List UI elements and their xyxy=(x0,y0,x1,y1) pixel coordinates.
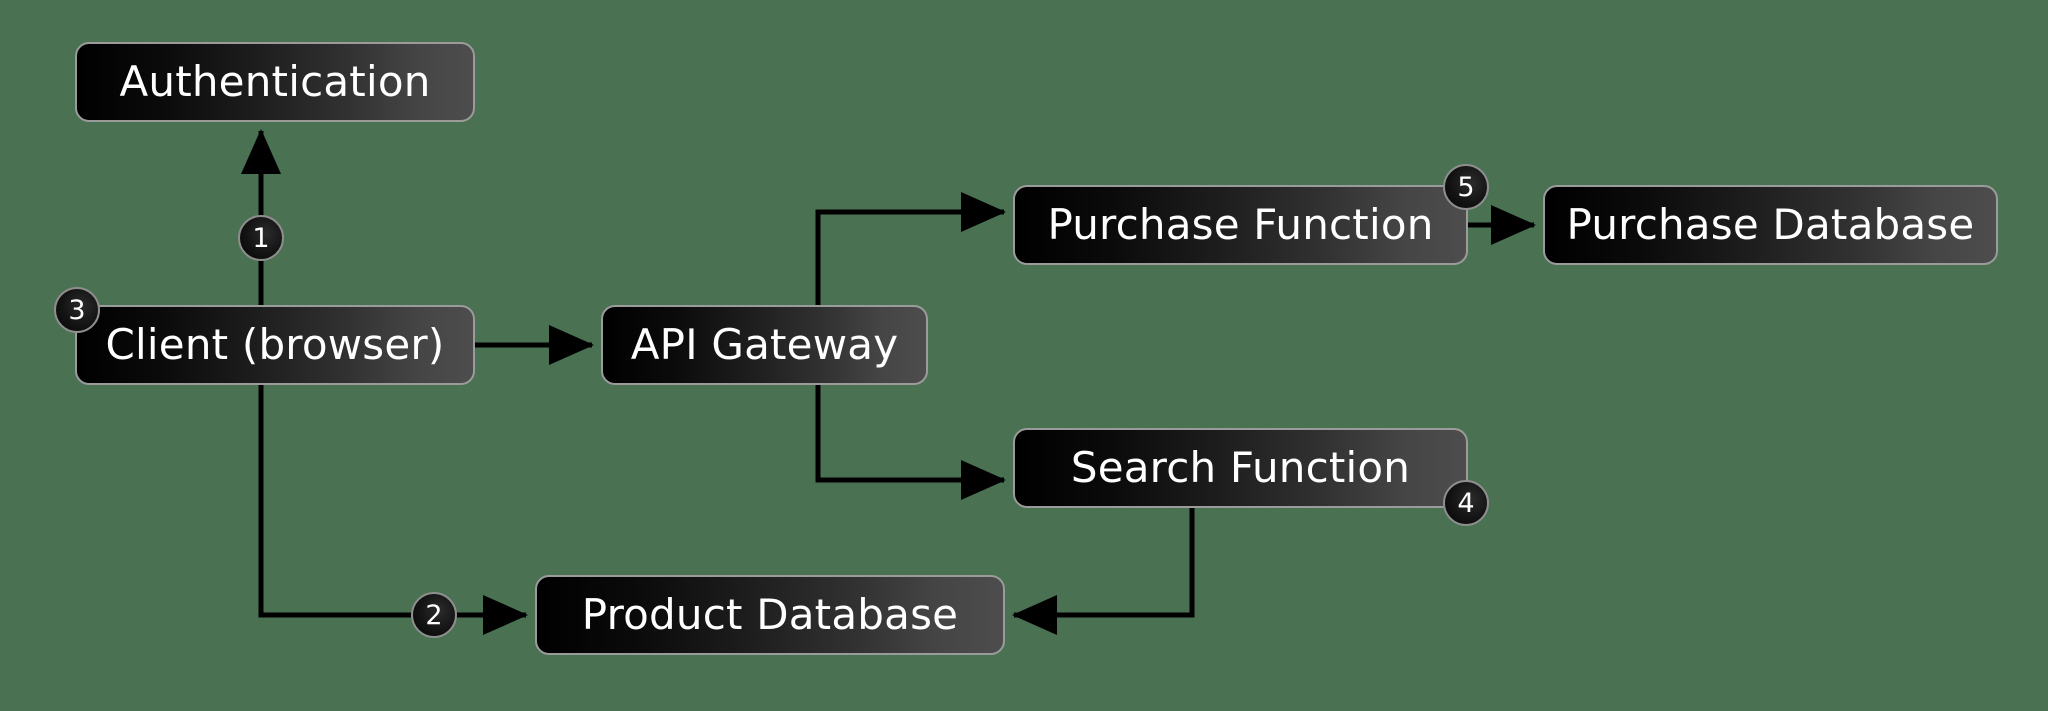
step-badge-4[interactable]: 4 xyxy=(1443,480,1489,526)
edge-search-function-to-product-db xyxy=(1012,508,1195,635)
step-badge-1-label: 1 xyxy=(252,222,270,254)
node-label-api-gateway: API Gateway xyxy=(630,320,899,369)
architecture-diagram: Authentication Client (browser) API Gate… xyxy=(0,0,2048,711)
node-label-authentication: Authentication xyxy=(119,57,431,106)
step-badge-2[interactable]: 2 xyxy=(411,592,457,638)
edge-api-gateway-to-purchase-function xyxy=(815,192,1006,305)
step-badge-5[interactable]: 5 xyxy=(1443,164,1489,210)
edge-api-gateway-to-search-function xyxy=(815,385,1006,500)
node-product-database[interactable]: Product Database xyxy=(535,575,1005,655)
node-client[interactable]: Client (browser) xyxy=(75,305,475,385)
edge-client-down-to-product-db xyxy=(258,385,528,635)
node-authentication[interactable]: Authentication xyxy=(75,42,475,122)
node-label-purchase-database: Purchase Database xyxy=(1566,200,1975,249)
node-label-product-database: Product Database xyxy=(581,590,959,639)
step-badge-3[interactable]: 3 xyxy=(54,287,100,333)
node-search-function[interactable]: Search Function xyxy=(1013,428,1468,508)
node-label-search-function: Search Function xyxy=(1070,443,1411,492)
node-purchase-database[interactable]: Purchase Database xyxy=(1543,185,1998,265)
step-badge-3-label: 3 xyxy=(68,294,86,326)
step-badge-5-label: 5 xyxy=(1457,171,1475,203)
node-label-purchase-function: Purchase Function xyxy=(1047,200,1434,249)
step-badge-2-label: 2 xyxy=(425,599,443,631)
node-api-gateway[interactable]: API Gateway xyxy=(601,305,928,385)
node-purchase-function[interactable]: Purchase Function xyxy=(1013,185,1468,265)
step-badge-4-label: 4 xyxy=(1457,487,1475,519)
step-badge-1[interactable]: 1 xyxy=(238,215,284,261)
node-label-client: Client (browser) xyxy=(105,320,445,369)
